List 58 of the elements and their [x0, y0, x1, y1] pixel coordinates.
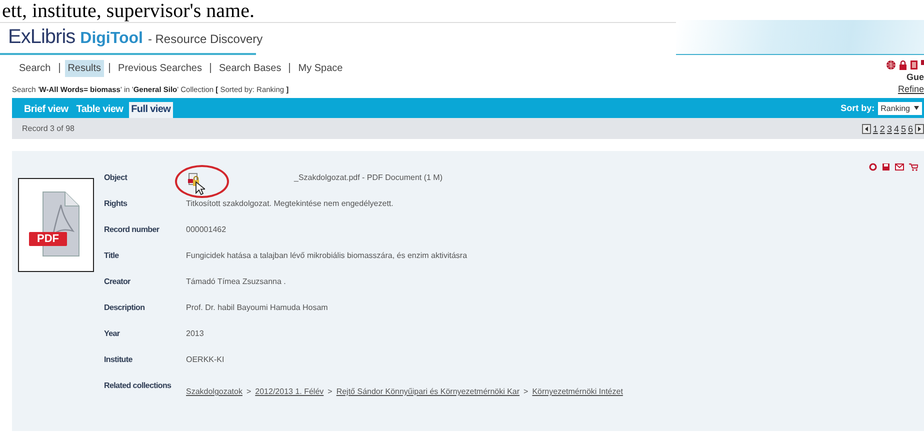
field-label: Object [104, 173, 128, 184]
brand-logo: ExLibris [8, 26, 76, 49]
nav-link[interactable]: My Space [295, 60, 346, 76]
field-value: Titkosított szakdolgozat. Megtekintése nem engedélyezett. [186, 199, 394, 208]
record-position: Record 3 of 98 [22, 124, 74, 133]
collection-link[interactable]: 2012/2013 1. Félév [255, 387, 324, 407]
nav-link[interactable]: Results [64, 60, 104, 76]
page-link[interactable]: 3 [886, 124, 892, 134]
page-link[interactable]: 5 [900, 124, 906, 134]
sort-dropdown[interactable]: Ranking [878, 102, 922, 114]
locked-pdf-icon[interactable] [188, 173, 200, 187]
field-label: Rights [104, 199, 128, 210]
collection-link[interactable]: Szakdolgozatok [186, 387, 242, 407]
field-label: Description [104, 303, 146, 314]
field-value: Támadó Tímea Zsuzsanna . [186, 277, 286, 286]
field-label: Record number [104, 225, 160, 236]
next-icon[interactable] [915, 124, 924, 134]
save-icon[interactable] [882, 163, 890, 171]
field-value: 2013 [186, 329, 204, 338]
file-type-badge: PDF [29, 232, 67, 246]
field-label: Institute [104, 355, 134, 366]
sort-label: Sort by: [840, 103, 875, 113]
field-value: Prof. Dr. habil Bayoumi Hamuda Hosam [186, 303, 328, 312]
field-value: 000001462 [186, 225, 226, 234]
refine-link[interactable]: Refine [898, 84, 924, 94]
globe-icon[interactable] [886, 60, 896, 70]
field-label: Year [104, 329, 121, 340]
breadcrumb-separator: > [246, 387, 252, 398]
page-link[interactable]: 2 [880, 124, 885, 134]
nav-link[interactable]: Previous Searches [115, 60, 205, 76]
page-link[interactable]: 4 [894, 124, 899, 134]
field-value: _Szakdolgozat.pdf - PDF Document (1 M) [294, 173, 443, 182]
mail-icon[interactable] [895, 163, 904, 171]
cursor-icon [195, 181, 205, 195]
user-name: Gue [906, 72, 924, 82]
product-name: DigiTool [80, 30, 143, 48]
collection-link[interactable]: Környezetmérnöki Intézet [532, 387, 623, 407]
field-label: Creator [104, 277, 132, 288]
circle-icon[interactable] [869, 163, 877, 171]
caret-icon[interactable] [914, 106, 919, 110]
lock-icon[interactable] [899, 60, 907, 70]
field-label: Title [104, 251, 120, 262]
breadcrumb-separator: > [524, 387, 528, 398]
field-value: OERKK-KI [186, 355, 224, 364]
page-link[interactable]: 1 [872, 124, 878, 134]
view-tab[interactable]: Full view [129, 102, 173, 118]
caption-text: ett, institute, supervisor's name. [1, 0, 256, 22]
product-subtitle: - Resource Discovery [148, 32, 263, 46]
collection-link[interactable]: Rejtő Sándor Könnyűipari és Környezetmérnöki Kar [336, 387, 520, 407]
field-value: Fungicidek hatása a talajban lévő mikrobiális biomasszára, és enzim aktivitásra [186, 251, 468, 260]
prev-icon[interactable] [862, 124, 871, 134]
door-icon[interactable] [910, 60, 918, 70]
nav-link[interactable]: Search Bases [216, 60, 284, 76]
field-label: Related collections [104, 381, 172, 392]
page-link[interactable]: 6 [908, 124, 913, 134]
breadcrumb-separator: > [328, 387, 332, 398]
cart-icon[interactable] [909, 163, 918, 171]
nav-link[interactable]: Search [16, 60, 54, 76]
